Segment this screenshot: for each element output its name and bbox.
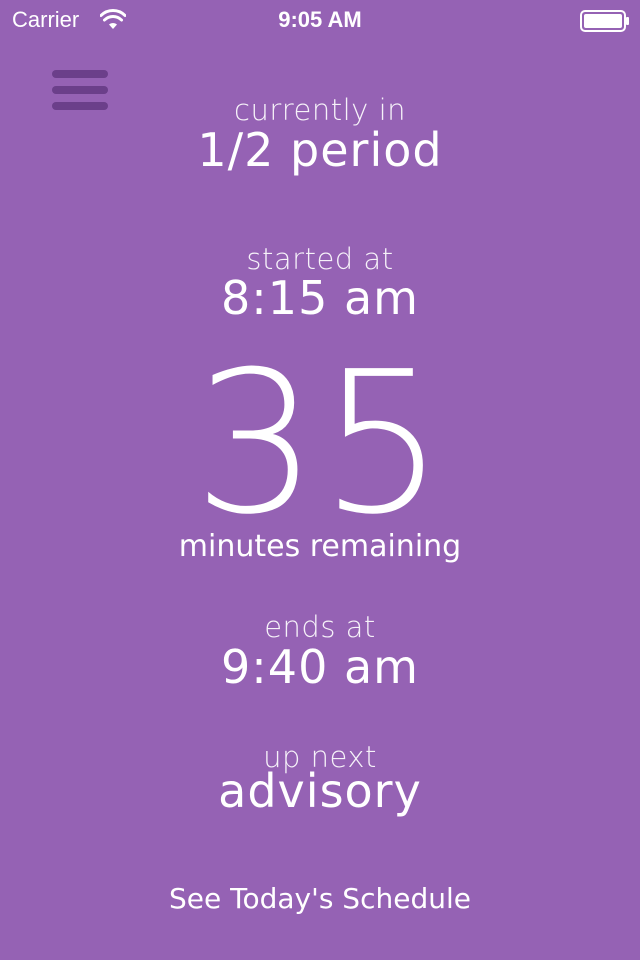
minutes-remaining-number: 35 bbox=[193, 330, 447, 558]
menu-line bbox=[52, 86, 108, 94]
status-time: 9:05 AM bbox=[278, 7, 362, 32]
next-period-value: advisory bbox=[218, 764, 422, 818]
current-period-label: currently in bbox=[234, 93, 406, 127]
app-screen: Carrier 9:05 AM currently in 1/2 period … bbox=[0, 0, 640, 960]
see-schedule-button[interactable]: See Today's Schedule bbox=[0, 883, 640, 915]
end-time-value: 9:40 am bbox=[221, 640, 419, 694]
current-period-value: 1/2 period bbox=[197, 123, 443, 177]
minutes-remaining-label: minutes remaining bbox=[178, 529, 462, 564]
battery-icon bbox=[580, 10, 630, 32]
status-bar: Carrier 9:05 AM bbox=[0, 0, 640, 40]
start-time-value: 8:15 am bbox=[221, 271, 419, 325]
menu-line bbox=[52, 70, 108, 78]
end-time-label: ends at bbox=[264, 610, 376, 644]
